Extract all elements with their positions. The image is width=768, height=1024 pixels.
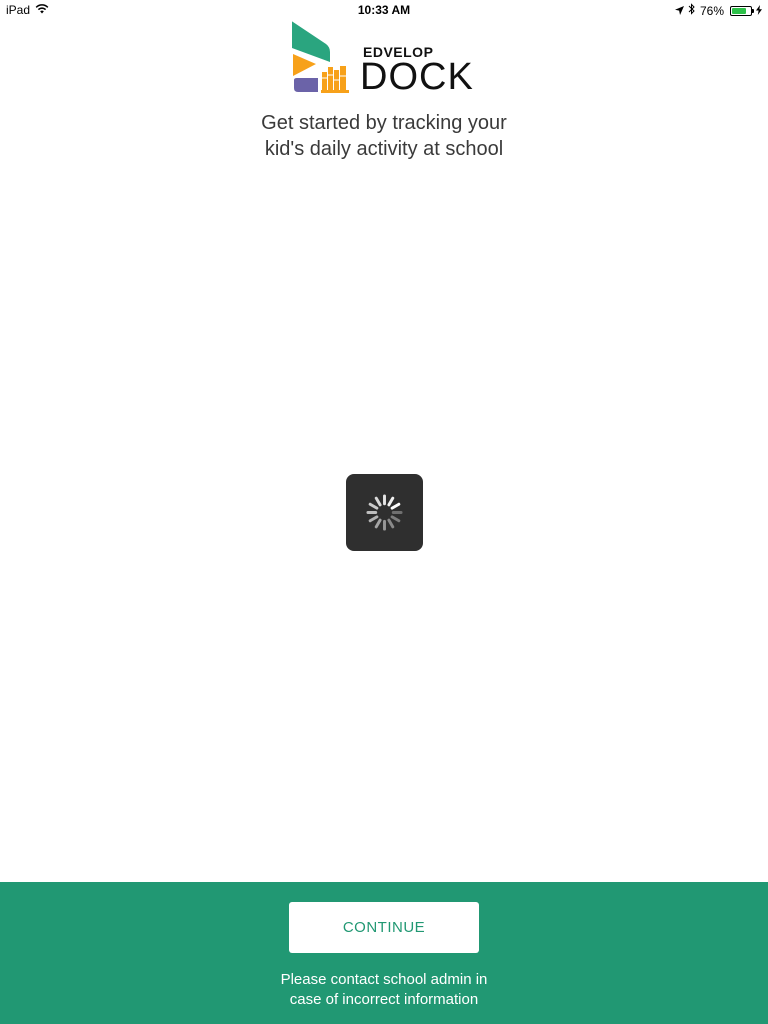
- spinner-spoke: [387, 496, 395, 507]
- footer-note: Please contact school admin in case of i…: [0, 970, 768, 1010]
- battery-level: [732, 7, 746, 14]
- spinner-spoke: [390, 515, 401, 523]
- tagline-line-1: Get started by tracking your: [261, 112, 507, 134]
- footer-note-line-2: case of incorrect information: [289, 991, 479, 1008]
- spinner-spoke: [368, 515, 379, 523]
- spinner-spoke: [374, 518, 382, 529]
- battery-icon: [730, 5, 754, 16]
- spinner-spoke: [387, 518, 395, 529]
- spinner-spoke: [390, 502, 401, 510]
- battery-percent: 76%: [699, 3, 724, 18]
- logo-mark-icon: [292, 21, 349, 93]
- location-arrow-icon: [674, 4, 684, 18]
- charging-bolt-icon: [756, 4, 762, 18]
- footer-note-line-1: Please contact school admin in: [280, 971, 488, 988]
- edvelop-dock-logo: EDVELOP DOCK: [290, 20, 490, 96]
- spinner-spoke: [368, 502, 379, 510]
- spinner-spoke: [374, 496, 382, 507]
- loading-indicator: [346, 474, 423, 551]
- continue-button[interactable]: CONTINUE: [289, 902, 479, 953]
- status-bar-right: 76%: [674, 3, 762, 18]
- logo-big-text: DOCK: [360, 56, 474, 98]
- clock: 10:33 AM: [357, 3, 411, 17]
- app-screen: iPad 10:33 AM 76% EDVELOP DOCK Get start…: [0, 0, 768, 1024]
- spinner-icon: [366, 494, 403, 531]
- tagline-line-2: kid's daily activity at school: [264, 138, 504, 160]
- footer: CONTINUE Please contact school admin in …: [0, 882, 768, 1024]
- tagline: Get started by tracking your kid's daily…: [0, 110, 768, 162]
- status-bar: iPad 10:33 AM 76%: [0, 0, 768, 20]
- bluetooth-icon: [688, 3, 696, 18]
